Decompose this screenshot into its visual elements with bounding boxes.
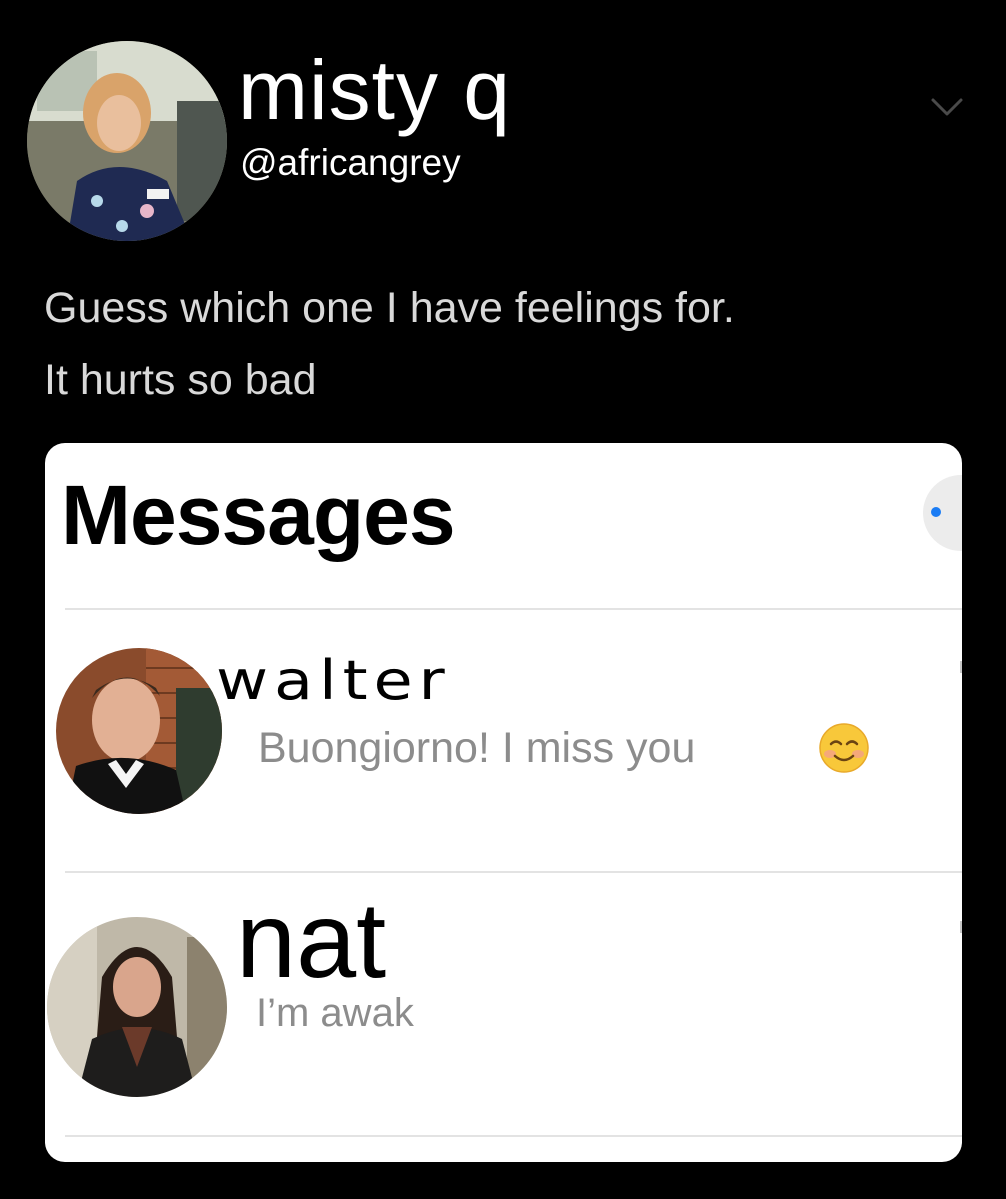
author-display-name[interactable]: misty q <box>238 48 511 132</box>
message-preview-walter: Buongiorno! I miss you <box>258 724 696 772</box>
tweet-text-line: It hurts so bad <box>44 356 317 404</box>
chevron-right-icon <box>952 921 962 933</box>
chevron-down-icon[interactable] <box>930 95 964 119</box>
tweet-text: Guess which one I have feelings for. It … <box>44 272 974 416</box>
author-avatar[interactable] <box>27 41 227 241</box>
author-handle[interactable]: @africangrey <box>240 144 461 181</box>
divider <box>65 871 962 873</box>
divider <box>65 608 962 610</box>
contact-avatar-walter[interactable] <box>56 648 222 814</box>
compose-icon[interactable] <box>923 475 962 551</box>
smiling-face-icon <box>819 723 869 773</box>
messages-title: Messages <box>61 468 456 562</box>
unread-dot <box>931 507 941 517</box>
message-preview-nat: I’m awak <box>256 991 414 1035</box>
contact-name-nat[interactable]: nat <box>236 886 386 994</box>
contact-avatar-nat[interactable] <box>47 917 227 1097</box>
chevron-right-icon <box>952 661 962 673</box>
contact-name-walter[interactable]: walter <box>216 654 451 708</box>
divider <box>65 1135 962 1137</box>
tweet-text-line: Guess which one I have feelings for. <box>44 284 735 332</box>
